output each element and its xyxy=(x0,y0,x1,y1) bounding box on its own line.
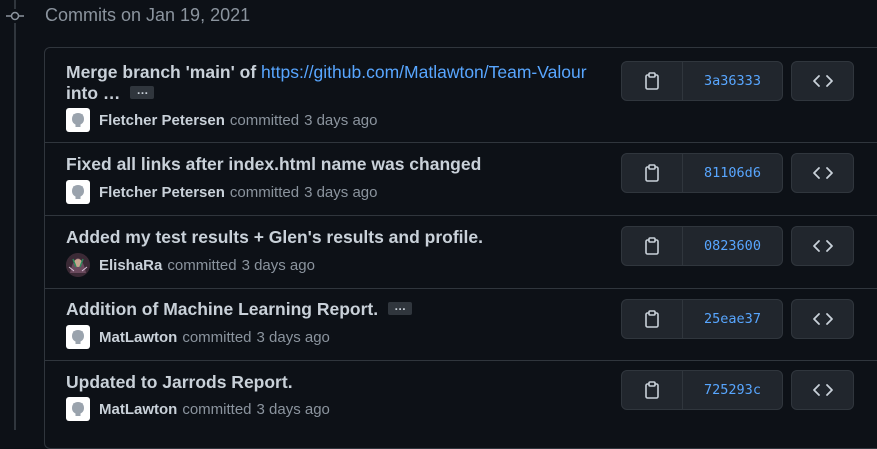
commit-title[interactable]: Merge branch 'main' of https://github.co… xyxy=(66,62,587,83)
commit-time[interactable]: 3 days ago xyxy=(257,329,330,346)
commit-author[interactable]: MatLawton xyxy=(99,401,177,418)
commit-author[interactable]: Fletcher Petersen xyxy=(99,184,225,201)
commit-title[interactable]: Added my test results + Glen's results a… xyxy=(66,227,483,248)
commit-sha-link[interactable]: 81106d6 xyxy=(683,154,782,192)
commit-time[interactable]: 3 days ago xyxy=(304,184,377,201)
code-icon xyxy=(812,384,833,396)
avatar[interactable] xyxy=(66,325,90,349)
commit-verb: committed xyxy=(182,400,252,418)
commit-title[interactable]: Fixed all links after index.html name wa… xyxy=(66,154,481,175)
commit-time[interactable]: 3 days ago xyxy=(257,401,330,418)
commit-sha-group: 725293c xyxy=(621,370,783,410)
commit-time[interactable]: 3 days ago xyxy=(242,257,315,274)
github-default-avatar-icon xyxy=(68,399,88,419)
github-default-avatar-icon xyxy=(68,182,88,202)
commit-node-icon xyxy=(6,9,24,23)
commit-sha-group: 3a36333 xyxy=(621,61,783,101)
commit-sha-link[interactable]: 725293c xyxy=(683,371,782,409)
browse-repo-button[interactable] xyxy=(791,153,854,193)
code-icon xyxy=(812,167,833,179)
commit-title-line2[interactable]: into … … xyxy=(66,83,155,104)
code-icon xyxy=(812,313,833,325)
commit-title[interactable]: Updated to Jarrods Report. xyxy=(66,372,293,393)
clipboard-icon xyxy=(645,237,659,255)
timeline-line xyxy=(14,0,16,430)
copy-sha-button[interactable] xyxy=(622,62,683,100)
commit-title-text[interactable]: Addition of Machine Learning Report. xyxy=(66,299,378,319)
commit-sha-link[interactable]: 3a36333 xyxy=(683,62,782,100)
browse-repo-button[interactable] xyxy=(791,299,854,339)
avatar[interactable] xyxy=(66,253,90,277)
commit-group-header: Commits on Jan 19, 2021 xyxy=(45,5,251,25)
commit-row: Fixed all links after index.html name wa… xyxy=(45,143,877,216)
avatar[interactable] xyxy=(66,397,90,421)
expand-message-button[interactable]: … xyxy=(388,300,413,315)
commit-title-text[interactable]: Merge branch 'main' of xyxy=(66,62,261,82)
commit-author[interactable]: Fletcher Petersen xyxy=(99,112,225,129)
copy-sha-button[interactable] xyxy=(622,371,683,409)
clipboard-icon xyxy=(645,164,659,182)
clipboard-icon xyxy=(645,72,659,90)
commit-time[interactable]: 3 days ago xyxy=(304,112,377,129)
github-default-avatar-icon xyxy=(68,327,88,347)
commit-sha-group: 0823600 xyxy=(621,226,783,266)
commit-row: Added my test results + Glen's results a… xyxy=(45,216,877,289)
commit-verb: committed xyxy=(167,256,237,274)
code-icon xyxy=(812,240,833,252)
commit-row: Addition of Machine Learning Report. … Ma… xyxy=(45,289,877,361)
copy-sha-button[interactable] xyxy=(622,227,683,265)
commit-author[interactable]: MatLawton xyxy=(99,329,177,346)
copy-sha-button[interactable] xyxy=(622,300,683,338)
clipboard-icon xyxy=(645,310,659,328)
avatar[interactable] xyxy=(66,108,90,132)
code-icon xyxy=(812,75,833,87)
commit-title-link[interactable]: https://github.com/Matlawton/Team-Valour xyxy=(261,62,587,82)
commit-verb: committed xyxy=(229,183,300,201)
commit-meta: Fletcher Petersen committed 3 days ago xyxy=(66,107,377,133)
expand-message-button[interactable]: … xyxy=(130,84,155,99)
browse-repo-button[interactable] xyxy=(791,226,854,266)
commit-sha-link[interactable]: 0823600 xyxy=(683,227,782,265)
avatar[interactable] xyxy=(66,180,90,204)
commit-sha-link[interactable]: 25eae37 xyxy=(683,300,782,338)
commit-title-continuation[interactable]: into … xyxy=(66,83,120,103)
copy-sha-button[interactable] xyxy=(622,154,683,192)
commit-verb: committed xyxy=(182,328,252,346)
commit-meta: MatLawton committed 3 days ago xyxy=(66,396,330,422)
commit-meta: ElishaRa committed 3 days ago xyxy=(66,252,315,278)
github-default-avatar-icon xyxy=(68,110,88,130)
browse-repo-button[interactable] xyxy=(791,61,854,101)
commit-sha-group: 25eae37 xyxy=(621,299,783,339)
user-photo-avatar-icon xyxy=(66,253,90,277)
commit-row: Merge branch 'main' of https://github.co… xyxy=(45,48,877,143)
commit-row: Updated to Jarrods Report. MatLawton com… xyxy=(45,361,877,448)
clipboard-icon xyxy=(645,381,659,399)
commit-sha-group: 81106d6 xyxy=(621,153,783,193)
commit-title[interactable]: Addition of Machine Learning Report. … xyxy=(66,299,413,320)
commit-meta: Fletcher Petersen committed 3 days ago xyxy=(66,179,377,205)
browse-repo-button[interactable] xyxy=(791,370,854,410)
commit-list: Merge branch 'main' of https://github.co… xyxy=(44,47,877,449)
commit-meta: MatLawton committed 3 days ago xyxy=(66,324,330,350)
commit-verb: committed xyxy=(229,111,300,129)
commit-author[interactable]: ElishaRa xyxy=(99,257,162,274)
